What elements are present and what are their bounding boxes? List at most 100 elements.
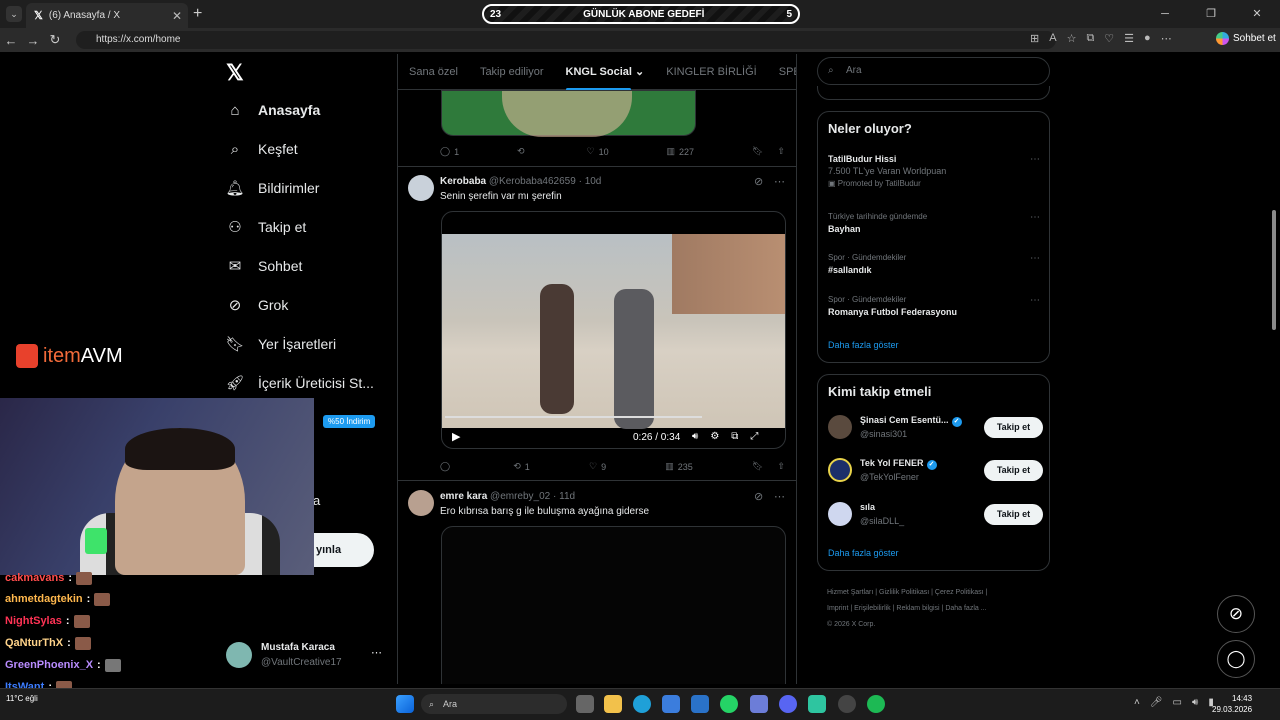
follow-suggestion[interactable]: Tek Yol FENER ✓ @TekYolFener Takip et bbox=[828, 456, 1043, 486]
more-options-icon[interactable]: ⋯ bbox=[1030, 295, 1040, 306]
footer-link[interactable]: Hizmet Şartları bbox=[827, 589, 873, 596]
follow-button[interactable]: Takip et bbox=[984, 417, 1043, 438]
play-icon[interactable]: ▶ bbox=[452, 430, 460, 443]
maximize-icon[interactable]: ❐ bbox=[1188, 0, 1234, 28]
retweet-button[interactable]: ⟲ 1 bbox=[513, 461, 530, 472]
chevron-up-icon[interactable]: ˄ bbox=[1134, 697, 1140, 708]
store-icon[interactable] bbox=[662, 695, 680, 713]
nav-item-follow[interactable]: ⚇ Takip et bbox=[226, 218, 306, 236]
microphone-icon[interactable]: 🎤︎ bbox=[1150, 697, 1163, 708]
windows-start-icon[interactable] bbox=[396, 695, 414, 713]
tweet-media-image[interactable] bbox=[441, 90, 696, 137]
minimize-icon[interactable]: ─ bbox=[1142, 0, 1188, 28]
views-button[interactable]: ▥ 227 bbox=[667, 146, 695, 157]
favorite-star-icon[interactable]: ☆ bbox=[1067, 32, 1077, 45]
more-options-icon[interactable]: ⋯ bbox=[774, 175, 785, 188]
nav-item-notifications[interactable]: 🔔︎ Bildirimler bbox=[225, 179, 319, 197]
collections-icon[interactable]: ☰ bbox=[1124, 32, 1134, 45]
trend-item[interactable]: Türkiye tarihinde gündemde Bayhan ⋯ bbox=[828, 212, 1040, 234]
grok-icon[interactable]: ⊘ bbox=[754, 490, 763, 503]
fullscreen-icon[interactable]: ⤢ bbox=[750, 431, 758, 442]
reply-button[interactable]: ◯ bbox=[440, 461, 454, 472]
taskbar-search[interactable]: ⌕ Ara bbox=[421, 694, 567, 714]
close-window-icon[interactable]: ✕ bbox=[1234, 0, 1280, 28]
whatsapp-icon[interactable] bbox=[720, 695, 738, 713]
grok-icon[interactable]: ⊘ bbox=[754, 175, 763, 188]
footer-link[interactable]: Erişilebilirlik bbox=[854, 605, 891, 612]
nav-item-home[interactable]: ⌂ Anasayfa bbox=[226, 101, 320, 119]
retweet-button[interactable]: ⟲ bbox=[517, 146, 529, 157]
profile-icon[interactable]: ● bbox=[1144, 32, 1151, 45]
nav-item-creator-studio[interactable]: 🚀︎ İçerik Üreticisi St... bbox=[225, 374, 373, 392]
discord-icon[interactable] bbox=[779, 695, 797, 713]
task-view-icon[interactable] bbox=[576, 695, 594, 713]
follow-button[interactable]: Takip et bbox=[984, 504, 1043, 525]
tweet-video[interactable] bbox=[441, 526, 786, 684]
app-icon[interactable] bbox=[808, 695, 826, 713]
share-icon[interactable]: ⇧ bbox=[777, 461, 785, 472]
footer-link[interactable]: Daha fazla ... bbox=[945, 605, 986, 612]
tab-list-icon[interactable]: ⌄ bbox=[6, 6, 22, 22]
scrollbar-thumb[interactable] bbox=[1272, 210, 1276, 330]
back-icon[interactable]: ← bbox=[0, 33, 22, 48]
footer-link[interactable]: Gizlilik Politikası bbox=[879, 589, 929, 596]
bookmark-button[interactable]: 🔖︎ ⇧ bbox=[752, 146, 785, 157]
spotify-icon[interactable] bbox=[867, 695, 885, 713]
tweet-video[interactable]: ▶ 0:26 / 0:34 🔊︎ ⚙ ⧉ ⤢ bbox=[441, 211, 786, 449]
tab-kingler-birligi[interactable]: KINGLER BİRLİĞİ bbox=[655, 66, 767, 78]
nav-item-grok[interactable]: ⊘ Grok bbox=[226, 296, 289, 314]
tab-speed[interactable]: SPEED G bbox=[768, 66, 796, 78]
follow-suggestion[interactable]: Şinasi Cem Esentü... ✓ @sinasi301 Takip e… bbox=[828, 413, 1043, 443]
weather-widget[interactable]: 11°C eğli bbox=[6, 694, 38, 703]
forward-icon[interactable]: → bbox=[22, 33, 44, 48]
more-options-icon[interactable]: ⋯ bbox=[774, 490, 785, 503]
nav-item-messages[interactable]: ✉ Sohbet bbox=[226, 257, 303, 275]
tweet-author-handle[interactable]: @Kerobaba462659 bbox=[489, 176, 576, 187]
apps-icon[interactable]: ⊞ bbox=[1030, 32, 1039, 45]
tweet-author-name[interactable]: Kerobaba bbox=[440, 176, 486, 187]
avatar[interactable] bbox=[408, 175, 434, 201]
browser-tab[interactable]: 𝕏 (6) Anasayfa / X ✕ bbox=[26, 3, 188, 28]
read-aloud-icon[interactable]: A bbox=[1049, 32, 1056, 45]
obs-icon[interactable] bbox=[838, 695, 856, 713]
chat-fab-icon[interactable]: ◯ bbox=[1217, 640, 1255, 678]
page-scrollbar[interactable] bbox=[1270, 54, 1278, 684]
app-icon[interactable] bbox=[750, 695, 768, 713]
views-button[interactable]: ▥ 235 bbox=[665, 461, 693, 472]
more-options-icon[interactable]: ⋯ bbox=[1030, 154, 1040, 165]
post-button[interactable]: yınla bbox=[314, 533, 374, 567]
copilot-button[interactable]: Sohbet et bbox=[1216, 32, 1276, 45]
footer-link[interactable]: Çerez Politikası bbox=[935, 589, 984, 596]
trend-item[interactable]: Spor · Gündemdekiler #sallandık ⋯ bbox=[828, 253, 1040, 275]
taskbar-clock[interactable]: 14:43 29.03.2026 bbox=[1212, 693, 1252, 715]
network-icon[interactable]: ▭ bbox=[1173, 697, 1182, 708]
nav-item-bookmarks[interactable]: 🔖︎ Yer İşaretleri bbox=[225, 335, 336, 353]
extensions-icon[interactable]: ⧉ bbox=[1086, 32, 1094, 45]
search-input[interactable]: ⌕ Ara bbox=[817, 57, 1050, 85]
tweet-author-name[interactable]: emre kara bbox=[440, 491, 487, 502]
more-options-icon[interactable]: ⋯ bbox=[1030, 212, 1040, 223]
who-to-follow-show-more-link[interactable]: Daha fazla göster bbox=[828, 548, 899, 558]
share-icon[interactable]: ⇧ bbox=[777, 146, 785, 157]
edge-icon[interactable] bbox=[633, 695, 651, 713]
pip-icon[interactable]: ⧉ bbox=[731, 431, 738, 442]
like-button[interactable]: ♡ 9 bbox=[589, 461, 606, 472]
new-tab-icon[interactable]: + bbox=[193, 5, 202, 23]
reply-button[interactable]: ◯ 1 bbox=[440, 146, 459, 157]
file-explorer-icon[interactable] bbox=[604, 695, 622, 713]
account-switcher[interactable]: Mustafa Karaca @VaultCreative17 ⋯ bbox=[226, 640, 396, 672]
tweet-author-handle[interactable]: @emreby_02 bbox=[490, 491, 550, 502]
video-progress[interactable] bbox=[445, 416, 702, 418]
browser-essentials-icon[interactable]: ♡ bbox=[1104, 32, 1114, 45]
grok-fab-icon[interactable]: ⊘ bbox=[1217, 595, 1255, 633]
volume-icon[interactable]: 🔊︎ bbox=[1192, 697, 1198, 708]
more-menu-icon[interactable]: ⋯ bbox=[1161, 32, 1172, 45]
close-tab-icon[interactable]: ✕ bbox=[172, 9, 182, 23]
tab-following[interactable]: Takip ediliyor bbox=[469, 66, 555, 78]
tab-for-you[interactable]: Sana özel bbox=[398, 66, 469, 78]
url-field[interactable]: https://x.com/home bbox=[76, 31, 1056, 49]
footer-link[interactable]: Reklam bilgisi bbox=[896, 605, 939, 612]
tweet-time[interactable]: 11d bbox=[559, 491, 575, 502]
avatar[interactable] bbox=[408, 490, 434, 516]
follow-button[interactable]: Takip et bbox=[984, 460, 1043, 481]
